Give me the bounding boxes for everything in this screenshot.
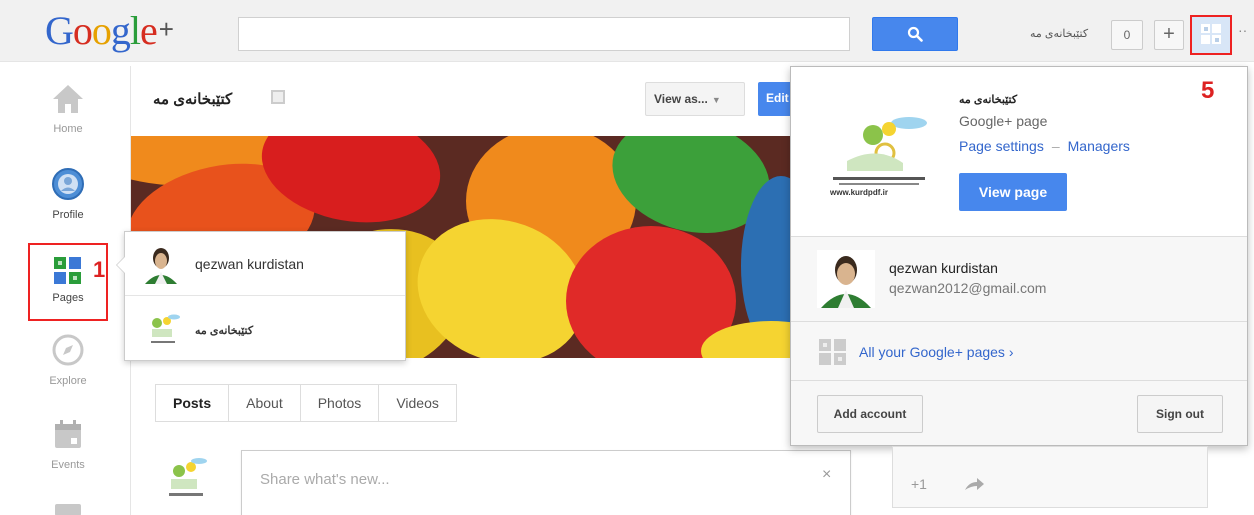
home-icon — [53, 85, 83, 113]
managers-link[interactable]: Managers — [1068, 138, 1130, 154]
flyout-item-profile[interactable]: qezwan kurdistan — [125, 232, 405, 296]
page-title-icon — [271, 90, 285, 104]
dropdown-page-type: Google+ page — [959, 113, 1048, 129]
search-button[interactable] — [872, 17, 958, 51]
flyout-item-title: کتێبخانەی مە — [195, 325, 254, 337]
page-logo-image — [833, 117, 927, 185]
compass-icon — [52, 334, 84, 366]
top-bar: Google+ کتێبخانەی مە 0 + ·· — [0, 0, 1254, 62]
flyout-item-title: qezwan kurdistan — [195, 256, 304, 272]
nav-explore-label: Explore — [49, 375, 87, 387]
page-switcher-button[interactable] — [1190, 15, 1232, 55]
search-input[interactable] — [238, 17, 850, 51]
search-icon — [907, 26, 923, 42]
plus-one-button[interactable]: +1 — [911, 476, 927, 492]
tab-about[interactable]: About — [228, 385, 300, 421]
page-avatar — [161, 453, 211, 503]
nav-profile-label: Profile — [52, 209, 84, 221]
share-box[interactable]: Share what's new... × — [241, 450, 851, 515]
nav-home-label: Home — [53, 123, 83, 135]
more-icon[interactable]: ·· — [1238, 22, 1247, 38]
flyout-arrow — [116, 256, 125, 274]
share-placeholder: Share what's new... — [260, 471, 390, 488]
tab-posts[interactable]: Posts — [156, 385, 229, 421]
link-separator: – — [1051, 138, 1060, 154]
left-navigation: Home Profile Pages 1 Explore Events — [28, 62, 108, 515]
page-logo-caption: www.kurdpdf.ir — [830, 188, 888, 197]
all-pages-link[interactable]: All your Google+ pages › — [859, 344, 1013, 360]
dropdown-user-name: qezwan kurdistan — [889, 260, 998, 276]
google-plus-logo[interactable]: Google+ — [45, 6, 174, 54]
account-dropdown: www.kurdpdf.ir کتێبخانەی مە Google+ page… — [790, 66, 1248, 446]
tab-photos[interactable]: Photos — [299, 385, 379, 421]
folder-icon — [55, 504, 81, 515]
page-logo-image — [169, 458, 207, 496]
tab-videos[interactable]: Videos — [378, 385, 456, 421]
dropdown-page-name: کتێبخانەی مە — [959, 94, 1018, 106]
nav-pages-label: Pages — [52, 292, 84, 304]
all-pages-row[interactable]: All your Google+ pages › — [791, 323, 1247, 381]
profile-icon — [52, 168, 84, 200]
notification-count-button[interactable]: 0 — [1111, 20, 1143, 50]
chevron-down-icon: ▼ — [711, 95, 721, 105]
view-as-dropdown[interactable]: View as... ▼ — [645, 82, 745, 116]
nav-home[interactable]: Home — [28, 82, 108, 135]
user-avatar-image — [817, 250, 875, 308]
pages-icon — [54, 257, 81, 284]
pages-flyout-menu: qezwan kurdistan کتێبخانەی مە — [116, 231, 406, 361]
annotation-number-5: 5 — [1201, 77, 1215, 104]
calendar-icon — [55, 420, 81, 448]
page-tabs: Posts About Photos Videos — [155, 384, 457, 422]
add-account-button[interactable]: Add account — [817, 395, 923, 433]
pages-icon — [1201, 24, 1221, 44]
nav-profile[interactable]: Profile — [28, 166, 108, 221]
dropdown-page-section: www.kurdpdf.ir کتێبخانەی مە Google+ page… — [791, 67, 1247, 237]
page-title: کتێبخانەی مە — [153, 91, 233, 108]
view-as-label: View as... — [654, 92, 708, 106]
sign-out-button[interactable]: Sign out — [1137, 395, 1223, 433]
view-page-button[interactable]: View page — [959, 173, 1067, 211]
post-actions-widget: +1 — [892, 446, 1208, 508]
page-logo[interactable]: www.kurdpdf.ir — [827, 105, 931, 201]
nav-more[interactable] — [28, 502, 108, 515]
share-plus-button[interactable]: + — [1154, 20, 1184, 50]
flyout-item-page[interactable]: کتێبخانەی مە — [125, 297, 405, 361]
share-arrow-icon[interactable] — [963, 477, 985, 491]
dropdown-user-account[interactable]: qezwan kurdistan qezwan2012@gmail.com — [791, 238, 1247, 322]
page-logo-image — [151, 314, 180, 343]
nav-explore[interactable]: Explore — [28, 332, 108, 387]
dropdown-page-links: Page settings – Managers — [959, 138, 1130, 154]
dropdown-user-email: qezwan2012@gmail.com — [889, 280, 1047, 296]
user-avatar-image — [141, 244, 181, 284]
dropdown-footer: Add account Sign out — [791, 382, 1247, 446]
nav-pages[interactable]: Pages 1 — [28, 243, 108, 321]
annotation-number-1: 1 — [93, 257, 106, 282]
pages-icon — [819, 339, 846, 365]
nav-events[interactable]: Events — [28, 416, 108, 471]
nav-events-label: Events — [51, 459, 85, 471]
close-icon[interactable]: × — [822, 466, 831, 484]
current-identity-name[interactable]: کتێبخانەی مە — [1030, 27, 1088, 40]
page-settings-link[interactable]: Page settings — [959, 138, 1044, 154]
